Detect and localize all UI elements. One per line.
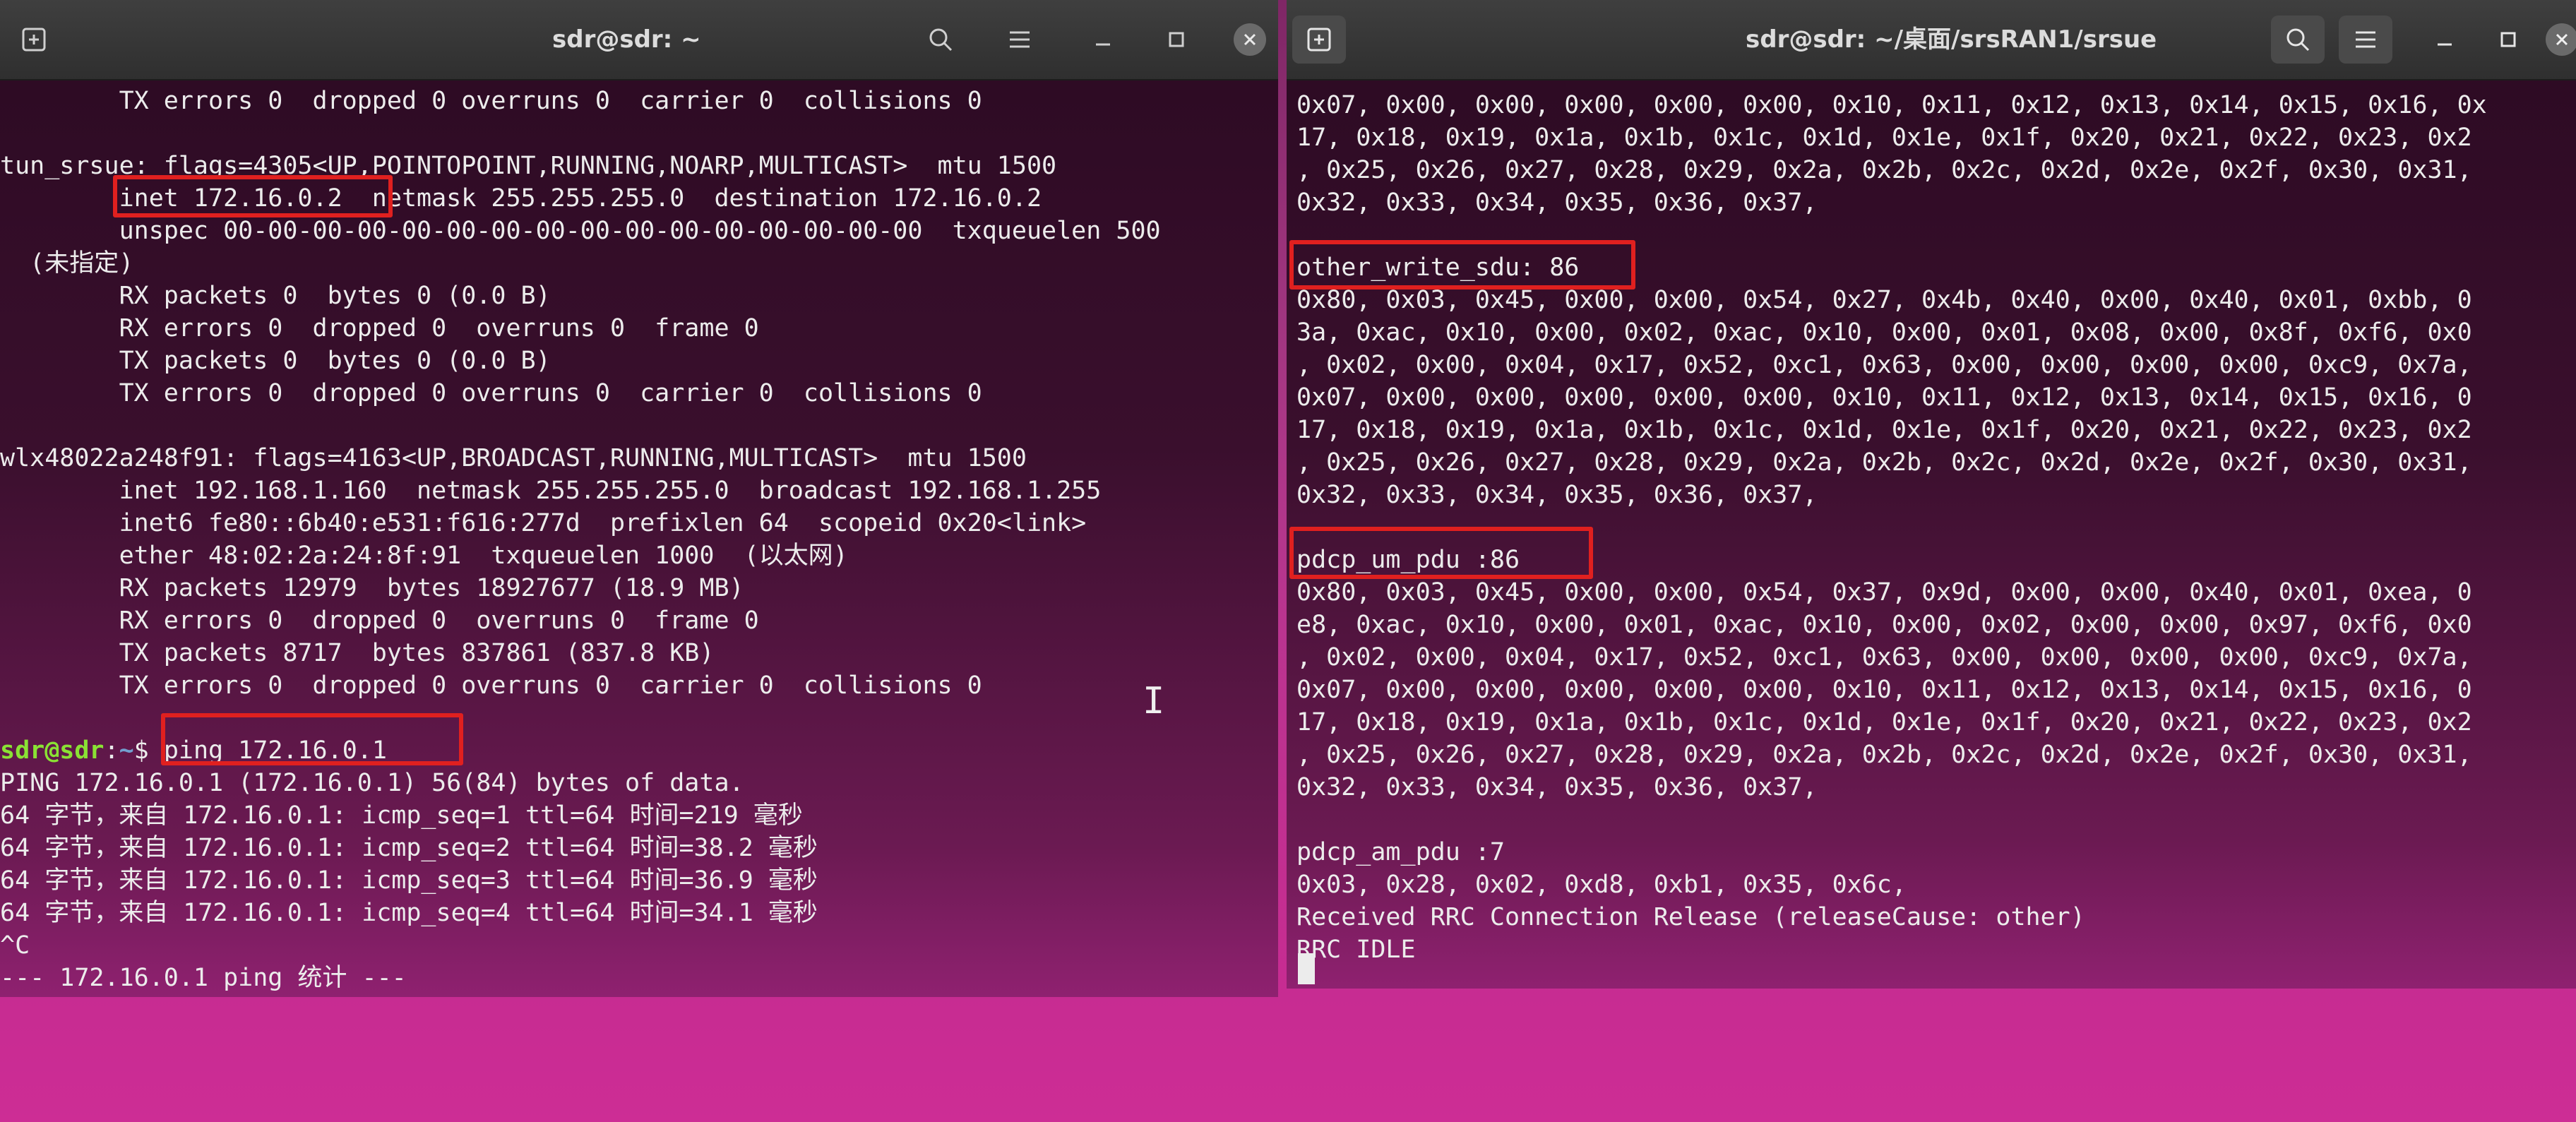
terminal-line: 64 字节，来自 172.16.0.1: icmp_seq=1 ttl=64 时…	[0, 801, 803, 830]
minimize-icon	[1094, 30, 1112, 49]
new-tab-button-left[interactable]	[13, 16, 55, 64]
terminal-line: --- 172.16.0.1 ping 统计 ---	[0, 964, 407, 992]
terminal-line: inet6 fe80::6b40:e531:f616:277d prefixle…	[0, 509, 1087, 537]
terminal-line: TX packets 0 bytes 0 (0.0 B)	[0, 347, 551, 375]
terminal-line: (未指定)	[0, 249, 134, 277]
prompt-separator: :	[104, 736, 119, 765]
terminal-line: unspec 00-00-00-00-00-00-00-00-00-00-00-…	[0, 217, 1161, 245]
terminal-line: inet 192.168.1.160 netmask 255.255.255.0…	[0, 477, 1102, 505]
terminal-line: 64 字节，来自 172.16.0.1: icmp_seq=2 ttl=64 时…	[0, 834, 818, 862]
maximize-button-right[interactable]	[2487, 16, 2529, 64]
terminal-line: 64 字节，来自 172.16.0.1: icmp_seq=3 ttl=64 时…	[0, 866, 818, 895]
terminal-line: wlx48022a248f91: flags=4163<UP,BROADCAST…	[0, 444, 1027, 472]
terminal-line: RX errors 0 dropped 0 overruns 0 frame 0	[0, 314, 759, 342]
terminal-line: ^C	[0, 931, 30, 960]
close-button-left[interactable]	[1229, 16, 1271, 64]
search-button-left[interactable]	[919, 16, 962, 64]
highlight-box-ping-command	[161, 713, 463, 765]
terminal-cursor	[1298, 953, 1315, 984]
terminal-line: Received RRC Connection Release (release…	[1296, 903, 2085, 931]
terminal-line: TX packets 8717 bytes 837861 (837.8 KB)	[0, 639, 715, 667]
terminal-line: 0x03, 0x28, 0x02, 0xd8, 0xb1, 0x35, 0x6c…	[1296, 871, 1907, 899]
search-icon	[927, 26, 954, 53]
maximize-icon	[1167, 30, 1186, 49]
terminal-line: 17, 0x18, 0x19, 0x1a, 0x1b, 0x1c, 0x1d, …	[1296, 416, 2472, 444]
terminal-line: RX packets 0 bytes 0 (0.0 B)	[0, 282, 551, 310]
search-icon	[2284, 26, 2311, 53]
terminal-output-right[interactable]: 0x07, 0x00, 0x00, 0x00, 0x00, 0x00, 0x10…	[1287, 79, 2576, 989]
terminal-window-left[interactable]: sdr@sdr: ~ TX errors 0 dropped 0 overrun…	[0, 0, 1278, 997]
window-title-left: sdr@sdr: ~	[552, 25, 701, 54]
terminal-line: , 0x02, 0x00, 0x04, 0x17, 0x52, 0xc1, 0x…	[1296, 351, 2472, 379]
close-icon	[1234, 23, 1266, 56]
titlebar-right[interactable]: sdr@sdr: ~/桌面/srsRAN1/srsue	[1287, 0, 2576, 80]
text-cursor-icon: I	[1143, 680, 1165, 722]
terminal-window-right[interactable]: sdr@sdr: ~/桌面/srsRAN1/srsue 0x07, 0x00, …	[1287, 0, 2576, 989]
search-button-right[interactable]	[2271, 16, 2325, 64]
terminal-line: pdcp_am_pdu :7	[1296, 838, 1505, 866]
terminal-line: , 0x02, 0x00, 0x04, 0x17, 0x52, 0xc1, 0x…	[1296, 643, 2472, 672]
highlight-box-pdcp-um-pdu	[1289, 527, 1593, 579]
new-tab-button-right[interactable]	[1292, 16, 1346, 64]
minimize-icon	[2435, 30, 2454, 49]
maximize-icon	[2499, 30, 2517, 49]
prompt-path: ~	[119, 736, 134, 765]
terminal-line: , 0x25, 0x26, 0x27, 0x28, 0x29, 0x2a, 0x…	[1296, 156, 2472, 184]
terminal-line: 0x80, 0x03, 0x45, 0x00, 0x00, 0x54, 0x37…	[1296, 578, 2472, 607]
highlight-box-other-write-sdu	[1289, 240, 1635, 290]
desktop: sdr@sdr: ~ TX errors 0 dropped 0 overrun…	[0, 0, 2576, 1122]
terminal-line: RX packets 12979 bytes 18927677 (18.9 MB…	[0, 574, 744, 602]
hamburger-menu-icon	[1008, 29, 1032, 50]
titlebar-left[interactable]: sdr@sdr: ~	[0, 0, 1278, 80]
terminal-line: e8, 0xac, 0x10, 0x00, 0x01, 0xac, 0x10, …	[1296, 611, 2472, 639]
terminal-line: 0x07, 0x00, 0x00, 0x00, 0x00, 0x00, 0x10…	[1296, 383, 2472, 412]
terminal-line: TX errors 0 dropped 0 overruns 0 carrier…	[0, 379, 982, 407]
terminal-line: 0x32, 0x33, 0x34, 0x35, 0x36, 0x37,	[1296, 189, 1818, 217]
maximize-button-left[interactable]	[1155, 16, 1198, 64]
highlight-box-inet	[113, 175, 393, 217]
terminal-line: 3a, 0xac, 0x10, 0x00, 0x02, 0xac, 0x10, …	[1296, 318, 2472, 347]
close-icon	[2546, 23, 2576, 56]
terminal-line: RX errors 0 dropped 0 overruns 0 frame 0	[0, 607, 759, 635]
hamburger-menu-icon	[2354, 29, 2378, 50]
terminal-line: TX errors 0 dropped 0 overruns 0 carrier…	[0, 87, 982, 115]
menu-button-left[interactable]	[998, 16, 1041, 64]
close-button-right[interactable]	[2541, 16, 2576, 64]
terminal-line: 17, 0x18, 0x19, 0x1a, 0x1b, 0x1c, 0x1d, …	[1296, 708, 2472, 736]
prompt-symbol: $	[133, 736, 164, 765]
terminal-line: ether 48:02:2a:24:8f:91 txqueuelen 1000 …	[0, 542, 848, 570]
terminal-line: 0x32, 0x33, 0x34, 0x35, 0x36, 0x37,	[1296, 773, 1818, 801]
terminal-line: 17, 0x18, 0x19, 0x1a, 0x1b, 0x1c, 0x1d, …	[1296, 124, 2472, 152]
terminal-line: 0x07, 0x00, 0x00, 0x00, 0x00, 0x00, 0x10…	[1296, 676, 2472, 704]
menu-button-right[interactable]	[2339, 16, 2392, 64]
minimize-button-left[interactable]	[1082, 16, 1124, 64]
terminal-line: PING 172.16.0.1 (172.16.0.1) 56(84) byte…	[0, 769, 744, 797]
terminal-line: , 0x25, 0x26, 0x27, 0x28, 0x29, 0x2a, 0x…	[1296, 741, 2472, 769]
new-tab-icon	[21, 27, 47, 52]
terminal-line: 64 字节，来自 172.16.0.1: icmp_seq=4 ttl=64 时…	[0, 899, 818, 927]
prompt-user: sdr@sdr	[0, 736, 105, 765]
window-title-right: sdr@sdr: ~/桌面/srsRAN1/srsue	[1746, 25, 2157, 54]
new-tab-icon	[1306, 27, 1332, 52]
terminal-line: TX errors 0 dropped 0 overruns 0 carrier…	[0, 672, 982, 700]
minimize-button-right[interactable]	[2423, 16, 2466, 64]
terminal-line: 0x07, 0x00, 0x00, 0x00, 0x00, 0x00, 0x10…	[1296, 91, 2487, 119]
terminal-line: 0x32, 0x33, 0x34, 0x35, 0x36, 0x37,	[1296, 481, 1818, 509]
terminal-output-left[interactable]: TX errors 0 dropped 0 overruns 0 carrier…	[0, 79, 1278, 997]
terminal-line: , 0x25, 0x26, 0x27, 0x28, 0x29, 0x2a, 0x…	[1296, 448, 2472, 477]
